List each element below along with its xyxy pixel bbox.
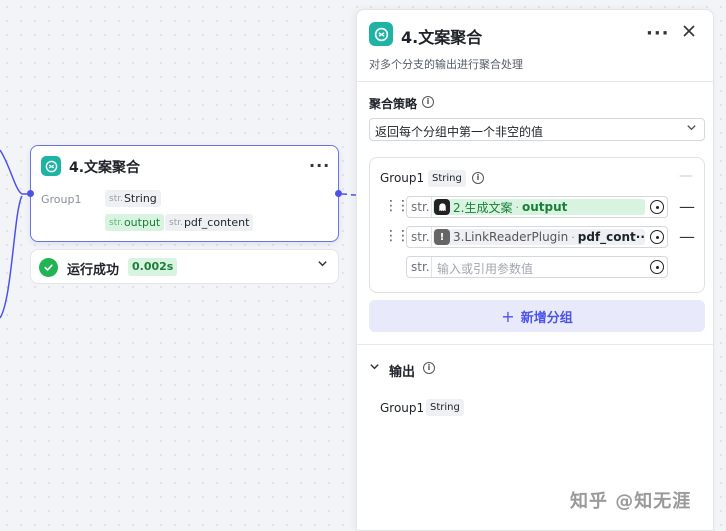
run-status-bar[interactable]: 运行成功 0.002s (30, 249, 339, 284)
more-dots-icon[interactable]: ··· (309, 156, 330, 175)
aggregate-node-card[interactable]: 4.文案聚合 ··· Group1 str. String str. output … (30, 145, 339, 242)
ref-value: ! 3.LinkReaderPlugin · pdf_cont··· (433, 229, 645, 245)
input-prefix: str. (169, 217, 183, 228)
node-group-type: str. String (105, 190, 161, 207)
node-input-pdf-content: str. pdf_content (165, 214, 254, 231)
run-duration-badge: 0.002s (128, 258, 178, 276)
ref-prefix: str. (411, 200, 430, 214)
run-status-text: 运行成功 (67, 263, 120, 278)
add-group-button[interactable]: + 新增分组 (369, 300, 705, 332)
variable-ref-2[interactable]: str. ! 3.LinkReaderPlugin · pdf_cont··· (406, 226, 668, 248)
remove-group-button[interactable]: — (679, 168, 693, 184)
ref-prefix: str. (411, 260, 430, 274)
node-title: 4.文案聚合 (69, 160, 141, 176)
output-type-tag: String (426, 399, 464, 416)
ref-value: 2.生成文案 · output (433, 199, 645, 215)
remove-ref-button[interactable]: — (679, 227, 695, 246)
aggregate-icon (369, 22, 393, 46)
ref-var-name: pdf_cont··· (577, 230, 645, 244)
info-icon[interactable]: i (472, 172, 484, 184)
input-name: pdf_content (183, 216, 250, 229)
node-group-label: Group1 (41, 193, 82, 206)
info-icon[interactable]: i (422, 96, 434, 108)
close-icon[interactable] (682, 22, 696, 43)
chevron-down-icon (686, 122, 697, 136)
divider (357, 344, 713, 345)
node-input-output: str. output (105, 214, 165, 231)
strategy-value: 返回每个分组中第一个非空的值 (375, 125, 544, 139)
variable-ref-empty[interactable]: str. 输入或引用参数值 (406, 256, 668, 278)
ref-prefix: str. (411, 230, 430, 244)
plugin-icon: ! (434, 229, 450, 245)
more-dots-icon[interactable]: ··· (646, 23, 670, 44)
input-prefix: str. (109, 217, 123, 228)
node-settings-panel: 4.文案聚合 ··· 对多个分支的输出进行聚合处理 聚合策略 i 返回每个分组中… (356, 9, 714, 531)
type-prefix: str. (109, 193, 123, 204)
ghost-icon (434, 199, 450, 215)
type-name: String (123, 192, 157, 205)
info-icon[interactable]: i (423, 362, 435, 374)
ref-node-name: 2.生成文案 (453, 200, 513, 215)
ref-separator (431, 227, 432, 247)
ref-var-name: output (521, 200, 568, 214)
ref-dot: · (515, 200, 519, 214)
node-input-port[interactable] (27, 190, 34, 197)
strategy-label: 聚合策略 (369, 97, 418, 111)
group-config-box: Group1 String i — ⋮⋮ str. 2.生成文案 · outpu… (369, 157, 705, 293)
variable-target-icon[interactable] (650, 260, 664, 274)
panel-title[interactable]: 4.文案聚合 (401, 24, 482, 48)
ref-dot: · (571, 230, 575, 244)
chevron-down-icon[interactable] (369, 361, 380, 375)
variable-target-icon[interactable] (650, 230, 664, 244)
add-group-label: 新增分组 (520, 310, 573, 326)
chevron-down-icon[interactable] (317, 258, 328, 272)
strategy-select[interactable]: 返回每个分组中第一个非空的值 (369, 118, 705, 141)
plus-icon: + (501, 306, 515, 326)
group-name[interactable]: Group1 (380, 171, 424, 185)
panel-description[interactable]: 对多个分支的输出进行聚合处理 (369, 56, 523, 72)
output-section-label[interactable]: 输出 (389, 361, 415, 380)
variable-ref-1[interactable]: str. 2.生成文案 · output (406, 196, 668, 218)
watermark-text: 知乎 @知无涯 (570, 491, 692, 512)
ref-separator (431, 197, 432, 217)
drag-handle-icon[interactable]: ⋮⋮ (384, 198, 410, 214)
ref-node-name: 3.LinkReaderPlugin (453, 230, 569, 244)
output-name: Group1 (380, 401, 425, 415)
variable-target-icon[interactable] (650, 200, 664, 214)
divider (357, 81, 713, 82)
remove-ref-button[interactable]: — (679, 197, 695, 216)
success-check-icon (39, 258, 58, 277)
ref-placeholder: 输入或引用参数值 (437, 262, 534, 276)
drag-handle-icon[interactable]: ⋮⋮ (384, 228, 410, 244)
input-name: output (123, 216, 161, 229)
node-output-port[interactable] (335, 190, 342, 197)
aggregate-icon (41, 156, 61, 176)
group-type-tag: String (428, 170, 466, 187)
ref-separator (431, 257, 432, 277)
